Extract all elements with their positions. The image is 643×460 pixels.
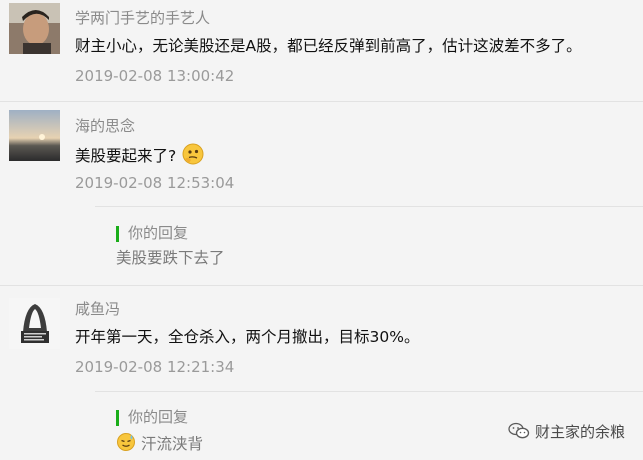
comment-item: 海的思念 美股要起来了? 2019-02-08 12:53:04 你的回复 美股… (0, 102, 643, 285)
comment-text: 美股要起来了? (75, 142, 205, 171)
reply-text-value: 汗流浃背 (140, 435, 203, 453)
comment-timestamp: 2019-02-08 12:21:34 (75, 358, 235, 376)
reply-block (95, 206, 643, 207)
commenter-name[interactable]: 海的思念 (75, 117, 135, 135)
comment-text-value: 美股要起来了? (75, 147, 177, 165)
commenter-name[interactable]: 咸鱼冯 (75, 300, 120, 318)
account-name: 财主家的余粮 (534, 423, 625, 441)
wechat-icon (508, 422, 530, 444)
thinking-emoji-icon (181, 142, 205, 171)
commenter-name[interactable]: 学两门手艺的手艺人 (75, 9, 210, 27)
comment-text: 财主小心，无论美股还是A股，都已经反弹到前高了，估计这波差不多了。 (75, 37, 582, 55)
avatar[interactable] (9, 298, 60, 349)
comment-item: 学两门手艺的手艺人 财主小心，无论美股还是A股，都已经反弹到前高了，估计这波差不… (0, 0, 643, 101)
reply-label: 你的回复 (128, 408, 189, 426)
comment-text: 开年第一天，全仓杀入，两个月撤出，目标30%。 (75, 328, 420, 346)
reply-label: 你的回复 (128, 224, 189, 242)
avatar[interactable] (9, 110, 60, 161)
reply-text: 美股要跌下去了 (116, 249, 225, 267)
reply-text: 汗流浃背 (116, 432, 203, 457)
comment-timestamp: 2019-02-08 13:00:42 (75, 67, 235, 85)
account-watermark: 财主家的余粮 (508, 421, 625, 444)
reply-block (95, 391, 643, 392)
comment-timestamp: 2019-02-08 12:53:04 (75, 174, 235, 192)
sweat-emoji-icon (116, 432, 136, 457)
avatar[interactable] (9, 3, 60, 54)
